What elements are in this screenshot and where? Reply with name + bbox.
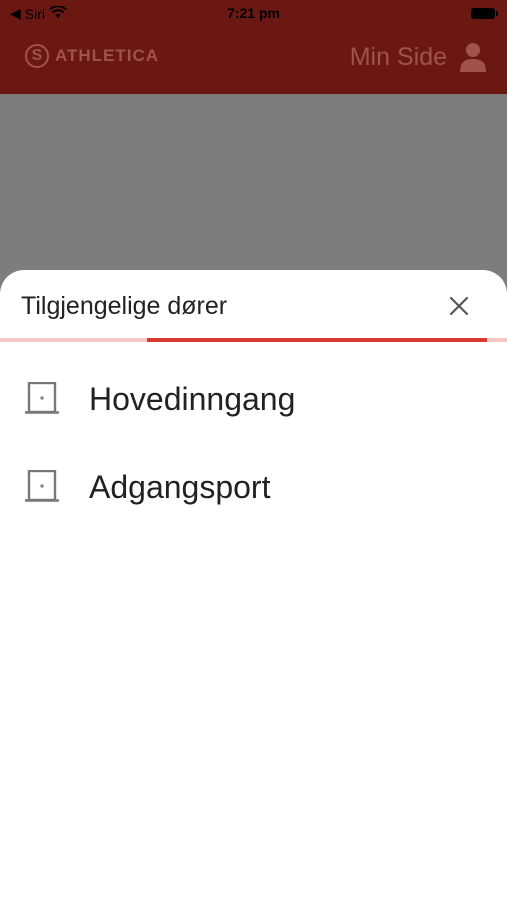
close-icon: [449, 296, 469, 316]
door-label: Adgangsport: [89, 469, 271, 505]
my-page-label: Min Side: [349, 42, 447, 71]
status-bar: ◀ Siri 7:21 pm: [0, 0, 507, 28]
dimmed-background[interactable]: [0, 94, 507, 294]
status-time: 7:21 pm: [227, 5, 280, 21]
door-item-adgangsport[interactable]: Adgangsport: [0, 442, 507, 530]
app-header: ◀ Siri 7:21 pm S ATHLETICA Min Side: [0, 0, 507, 94]
door-list: Hovedinngang Adgangsport: [0, 354, 507, 530]
door-label: Hovedinngang: [89, 381, 296, 417]
door-icon: [25, 469, 59, 507]
battery-icon: [471, 8, 498, 19]
doors-bottom-sheet: Tilgjengelige dører Hovedinngang Adgangs…: [0, 270, 507, 900]
my-page-button[interactable]: Min Side: [350, 42, 487, 72]
door-item-hovedinngang[interactable]: Hovedinngang: [0, 354, 507, 442]
close-button[interactable]: [447, 294, 471, 318]
progress-fill: [147, 338, 487, 342]
user-icon: [459, 42, 487, 72]
progress-bar: [0, 338, 507, 342]
brand-logo[interactable]: S ATHLETICA: [25, 44, 159, 68]
brand-name: ATHLETICA: [55, 46, 160, 65]
brand-mark-icon: S: [25, 44, 49, 68]
screen: ◀ Siri 7:21 pm S ATHLETICA Min Side Tilg…: [0, 0, 507, 900]
sheet-title: Tilgjengelige dører: [21, 292, 228, 320]
door-icon: [25, 381, 59, 419]
